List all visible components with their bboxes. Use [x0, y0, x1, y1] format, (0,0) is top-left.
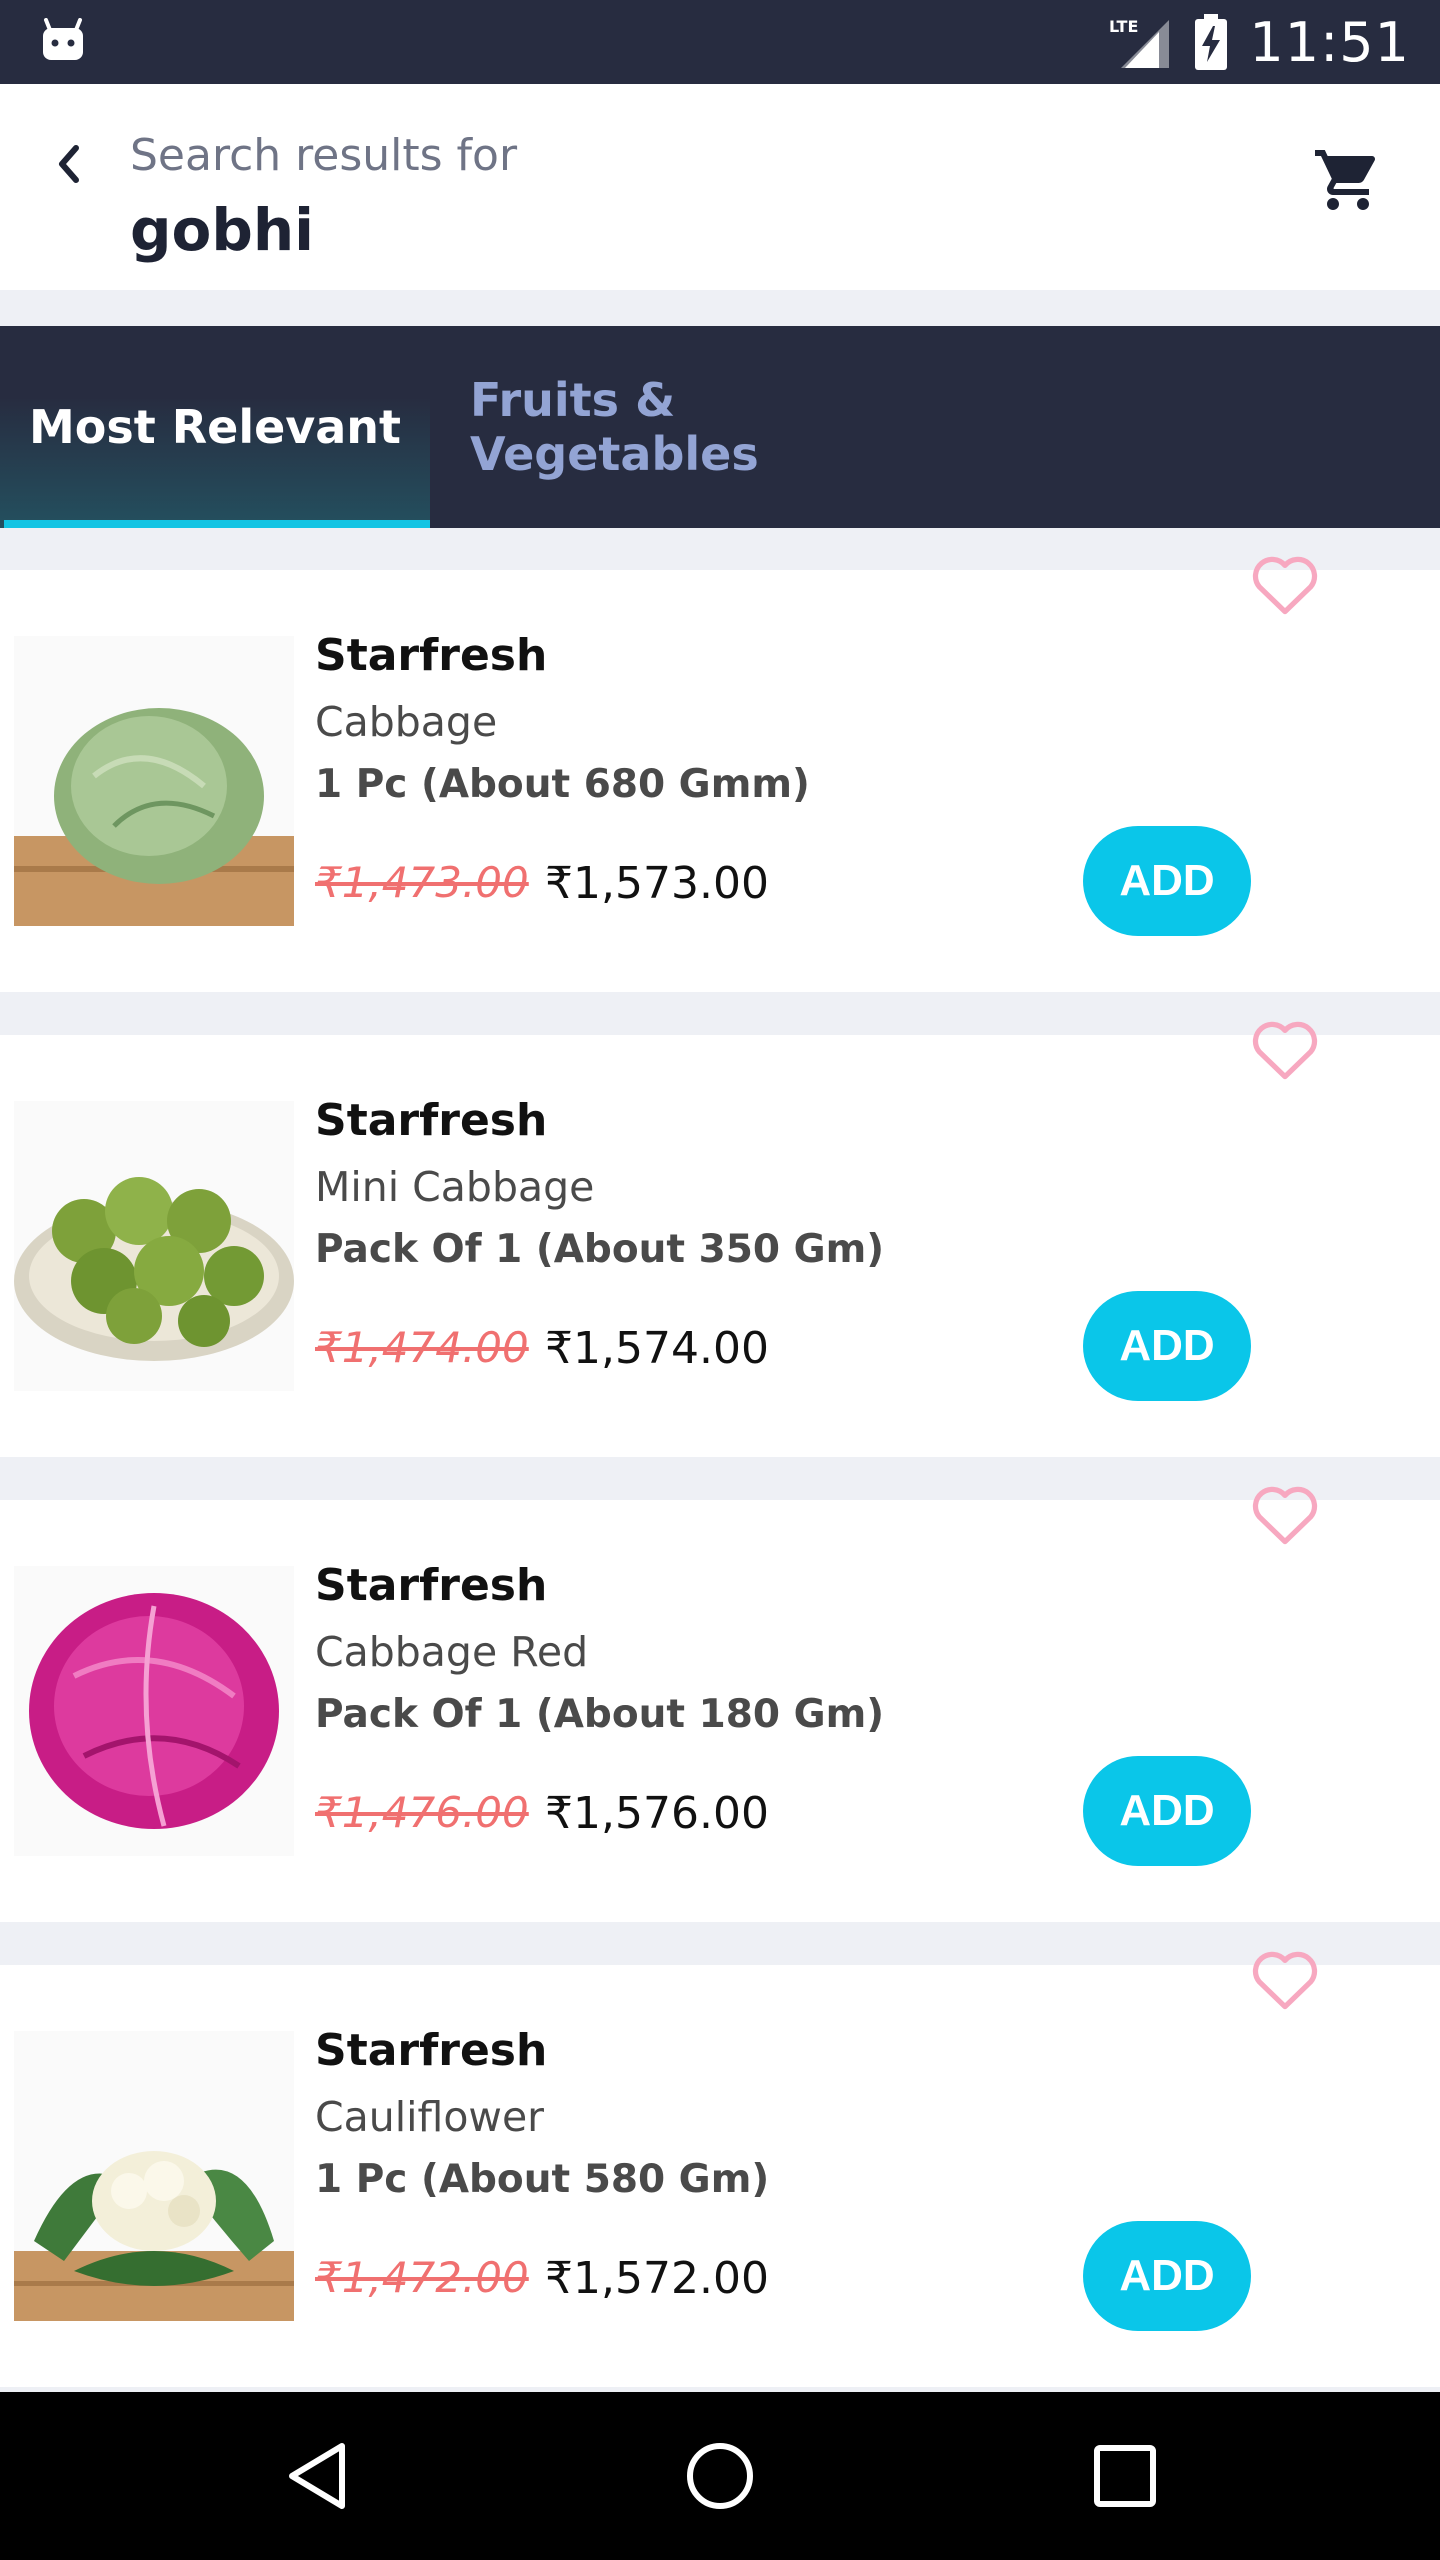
lte-signal-icon: LTE [1109, 17, 1170, 68]
android-icon [43, 18, 83, 60]
product-image-cabbage [14, 636, 294, 926]
add-button[interactable]: ADD [1083, 1756, 1251, 1866]
product-card[interactable]: Starfresh Cabbage 1 Pc (About 680 Gmm) ₹… [0, 556, 1440, 992]
svg-text:LTE: LTE [1109, 17, 1138, 36]
product-brand: Starfresh [315, 2025, 548, 2076]
product-image-red-cabbage [14, 1566, 294, 1856]
product-quantity: Pack Of 1 (About 350 Gm) [315, 1227, 885, 1272]
product-brand: Starfresh [315, 630, 548, 681]
add-button[interactable]: ADD [1083, 2221, 1251, 2331]
product-name: Cauliflower [315, 2093, 545, 2141]
recents-square-icon[interactable] [1085, 2436, 1165, 2516]
product-quantity: 1 Pc (About 580 Gm) [315, 2157, 770, 2202]
product-card[interactable]: Starfresh Cabbage Red Pack Of 1 (About 1… [0, 1486, 1440, 1922]
search-header: Search results for gobhi [0, 84, 1440, 290]
tab-most-relevant[interactable]: Most Relevant [0, 326, 430, 528]
home-circle-icon[interactable] [680, 2436, 760, 2516]
product-image-cauliflower [14, 2031, 294, 2321]
system-nav-bar [0, 2392, 1440, 2560]
product-price: ₹1,576.00 [545, 1788, 769, 1839]
search-results-label: Search results for [130, 130, 518, 181]
heart-icon[interactable] [1250, 1947, 1320, 2011]
heart-icon[interactable] [1250, 552, 1320, 616]
product-price: ₹1,572.00 [545, 2253, 769, 2304]
product-name: Cabbage Red [315, 1628, 589, 1676]
product-quantity: 1 Pc (About 680 Gmm) [315, 762, 810, 807]
heart-icon[interactable] [1250, 1482, 1320, 1546]
product-brand: Starfresh [315, 1095, 548, 1146]
category-tabs: Most Relevant Fruits & Vegetables [0, 326, 1440, 528]
product-quantity: Pack Of 1 (About 180 Gm) [315, 1692, 885, 1737]
shopping-cart-icon[interactable] [1312, 144, 1384, 216]
product-price: ₹1,574.00 [545, 1323, 769, 1374]
status-bar: LTE 11:51 [0, 0, 1440, 84]
search-query: gobhi [130, 196, 315, 264]
chevron-left-icon[interactable] [48, 134, 88, 194]
status-time: 11:51 [1249, 10, 1410, 74]
add-button[interactable]: ADD [1083, 1291, 1251, 1401]
tab-fruits-vegetables[interactable]: Fruits & Vegetables [470, 326, 930, 528]
product-old-price: ₹1,474.00 [315, 1323, 529, 1372]
product-name: Cabbage [315, 698, 498, 746]
product-old-price: ₹1,476.00 [315, 1788, 529, 1837]
product-old-price: ₹1,472.00 [315, 2253, 529, 2302]
product-image-mini-cabbage [14, 1101, 294, 1391]
product-card[interactable]: Starfresh Mini Cabbage Pack Of 1 (About … [0, 1021, 1440, 1457]
product-card[interactable]: Starfresh Cauliflower 1 Pc (About 580 Gm… [0, 1951, 1440, 2387]
heart-icon[interactable] [1250, 1017, 1320, 1081]
product-brand: Starfresh [315, 1560, 548, 1611]
back-triangle-icon[interactable] [280, 2436, 360, 2516]
battery-charging-icon [1195, 14, 1228, 70]
product-name: Mini Cabbage [315, 1163, 595, 1211]
add-button[interactable]: ADD [1083, 826, 1251, 936]
product-price: ₹1,573.00 [545, 858, 769, 909]
product-old-price: ₹1,473.00 [315, 858, 529, 907]
